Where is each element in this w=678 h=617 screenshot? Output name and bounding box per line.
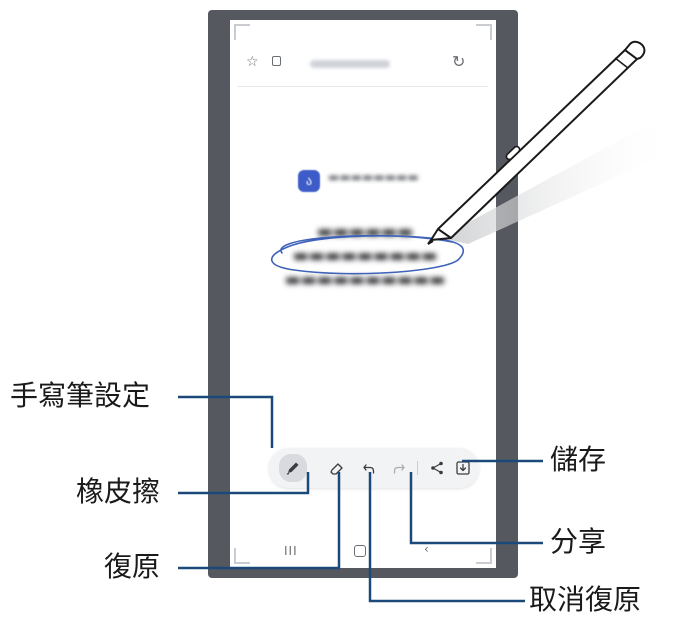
callout-line-pen-settings (178, 395, 274, 448)
label-redo: 取消復原 (529, 583, 642, 616)
label-share: 分享 (550, 525, 607, 558)
s-pen (427, 40, 646, 245)
callout-line-redo (368, 472, 525, 603)
pen-shadow (440, 118, 676, 244)
callout-lines (178, 395, 543, 603)
callout-line-undo (178, 472, 341, 570)
callout-line-share (409, 472, 543, 545)
label-undo: 復原 (104, 550, 161, 583)
callout-line-eraser (178, 472, 310, 495)
label-save: 儲存 (550, 443, 607, 476)
label-pen-settings: 手寫筆設定 (10, 379, 151, 412)
label-eraser: 橡皮擦 (76, 475, 161, 508)
